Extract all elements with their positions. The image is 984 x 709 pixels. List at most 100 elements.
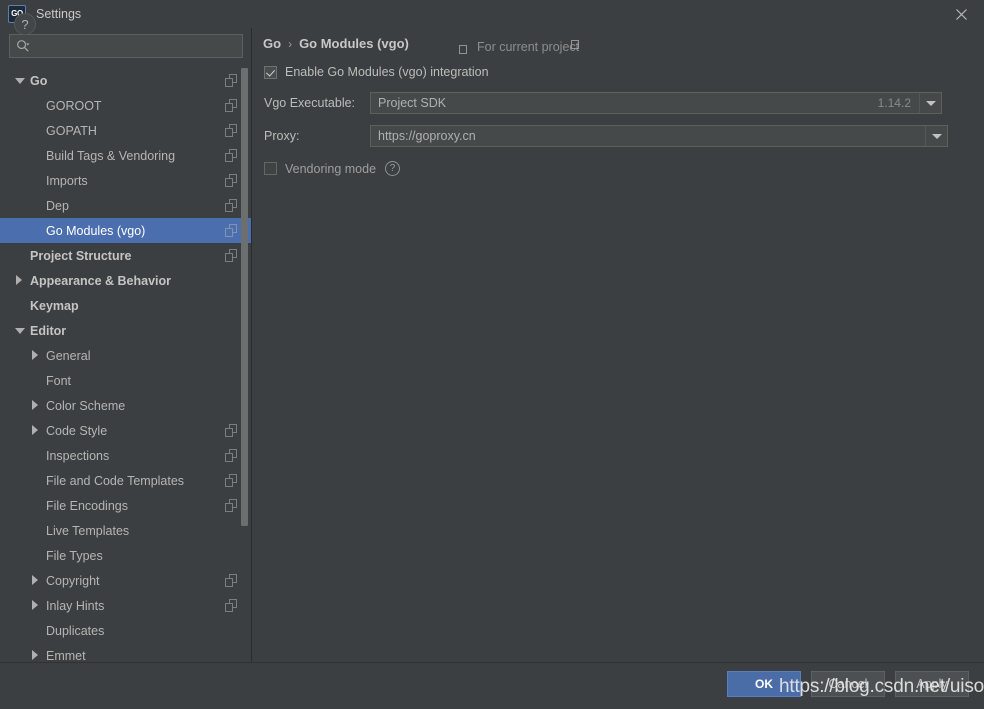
sidebar-item-gopath[interactable]: GOPATH — [0, 118, 252, 143]
enable-go-modules-label: Enable Go Modules (vgo) integration — [285, 65, 489, 79]
sidebar-item-build-tags-vendoring[interactable]: Build Tags & Vendoring — [0, 143, 252, 168]
sidebar-item-file-and-code-templates[interactable]: File and Code Templates — [0, 468, 252, 493]
sidebar-item-goroot[interactable]: GOROOT — [0, 93, 252, 118]
copy-icon — [225, 499, 237, 512]
copy-icon — [225, 74, 237, 87]
sidebar-item-color-scheme[interactable]: Color Scheme — [0, 393, 252, 418]
sidebar-item-label: Appearance & Behavior — [30, 273, 172, 288]
search-icon — [15, 38, 31, 54]
copy-icon — [225, 574, 237, 587]
sidebar-item-editor[interactable]: Editor — [0, 318, 252, 343]
sidebar-item-label: GOPATH — [46, 123, 97, 138]
chevron-right-icon[interactable] — [30, 425, 41, 436]
vgo-executable-label: Vgo Executable: — [264, 96, 356, 110]
proxy-combo[interactable]: https://goproxy.cn — [370, 125, 948, 147]
proxy-label: Proxy: — [264, 129, 300, 143]
copy-icon — [225, 199, 237, 212]
chevron-down-icon[interactable] — [925, 126, 947, 146]
sidebar-scrollbar-thumb[interactable] — [241, 68, 248, 526]
chevron-down-icon[interactable] — [14, 75, 25, 86]
vendoring-help-icon[interactable]: ? — [385, 161, 401, 176]
chevron-right-icon[interactable] — [30, 575, 41, 586]
sidebar-item-label: GOROOT — [46, 98, 102, 113]
copy-icon — [225, 174, 237, 187]
chevron-down-icon[interactable] — [14, 325, 25, 336]
sidebar-item-label: Go — [30, 73, 48, 88]
sidebar-item-font[interactable]: Font — [0, 368, 252, 393]
settings-sidebar: Go GOROOT GOPATH Build Tags & Vendoring Impo… — [0, 28, 252, 663]
breadcrumb-current: Go Modules (vgo) — [299, 36, 409, 51]
sidebar-item-copyright[interactable]: Copyright — [0, 568, 252, 593]
sidebar-item-appearance-behavior[interactable]: Appearance & Behavior — [0, 268, 252, 293]
sidebar-item-label: Font — [46, 373, 72, 388]
proxy-value[interactable]: https://goproxy.cn — [371, 129, 925, 143]
copy-icon — [225, 449, 237, 462]
sidebar-item-label: General — [46, 348, 91, 363]
chevron-right-icon[interactable] — [30, 600, 41, 611]
copy-icon — [225, 424, 237, 437]
sidebar-item-label: Go Modules (vgo) — [46, 223, 146, 238]
sidebar-item-label: File and Code Templates — [46, 473, 185, 488]
chevron-down-icon[interactable] — [919, 93, 941, 113]
settings-content: Go › Go Modules (vgo) For current projec… — [252, 28, 984, 662]
sidebar-item-label: Project Structure — [30, 248, 132, 263]
enable-go-modules-row[interactable]: Enable Go Modules (vgo) integration — [264, 65, 489, 79]
sidebar-item-keymap[interactable]: Keymap — [0, 293, 252, 318]
sidebar-item-label: Dep — [46, 198, 69, 213]
sidebar-item-general[interactable]: General — [0, 343, 252, 368]
sidebar-item-label: Editor — [30, 323, 67, 338]
sidebar-item-label: Color Scheme — [46, 398, 126, 413]
copy-icon — [225, 149, 237, 162]
search-input[interactable] — [31, 39, 242, 53]
breadcrumb-root[interactable]: Go — [263, 36, 281, 51]
sidebar-item-label: Live Templates — [46, 523, 130, 538]
sidebar-item-live-templates[interactable]: Live Templates — [0, 518, 252, 543]
sidebar-item-imports[interactable]: Imports — [0, 168, 252, 193]
sidebar-item-label: File Encodings — [46, 498, 128, 513]
sidebar-item-duplicates[interactable]: Duplicates — [0, 618, 252, 643]
chevron-right-icon[interactable] — [30, 350, 41, 361]
breadcrumb: Go › Go Modules (vgo) — [263, 36, 409, 51]
enable-go-modules-checkbox[interactable] — [264, 65, 277, 79]
settings-tree[interactable]: Go GOROOT GOPATH Build Tags & Vendoring Impo… — [0, 68, 252, 690]
vendoring-mode-label: Vendoring mode — [285, 161, 377, 176]
help-button[interactable]: ? — [14, 13, 36, 35]
sidebar-item-go-modules-vgo[interactable]: Go Modules (vgo) — [0, 218, 252, 243]
sidebar-item-inspections[interactable]: Inspections — [0, 443, 252, 468]
sidebar-item-project-structure[interactable]: Project Structure — [0, 243, 252, 268]
sidebar-item-inlay-hints[interactable]: Inlay Hints — [0, 593, 252, 618]
vendoring-mode-checkbox[interactable] — [264, 162, 277, 175]
chevron-right-icon[interactable] — [30, 400, 41, 411]
sidebar-item-label: Copyright — [46, 573, 100, 588]
sidebar-item-file-encodings[interactable]: File Encodings — [0, 493, 252, 518]
sidebar-item-code-style[interactable]: Code Style — [0, 418, 252, 443]
chevron-right-icon[interactable] — [14, 275, 25, 286]
sidebar-scrollbar[interactable] — [240, 68, 249, 690]
sidebar-item-label: Inlay Hints — [46, 598, 105, 613]
sidebar-item-go[interactable]: Go — [0, 68, 252, 93]
vendoring-mode-row[interactable]: Vendoring mode ? — [264, 161, 401, 176]
sidebar-item-dep[interactable]: Dep — [0, 193, 252, 218]
vgo-executable-combo[interactable]: Project SDK 1.14.2 — [370, 92, 942, 114]
search-box[interactable] — [9, 34, 243, 58]
sidebar-item-file-types[interactable]: File Types — [0, 543, 252, 568]
copy-icon — [225, 124, 237, 137]
breadcrumb-separator: › — [288, 36, 293, 51]
copy-icon — [225, 249, 237, 262]
vgo-executable-value: Project SDK — [378, 96, 447, 110]
close-icon[interactable] — [938, 0, 984, 28]
copy-icon — [459, 40, 580, 54]
watermark-overlay: https://blog.csdn.net/uisoul — [779, 676, 984, 697]
chevron-right-icon[interactable] — [30, 650, 41, 661]
